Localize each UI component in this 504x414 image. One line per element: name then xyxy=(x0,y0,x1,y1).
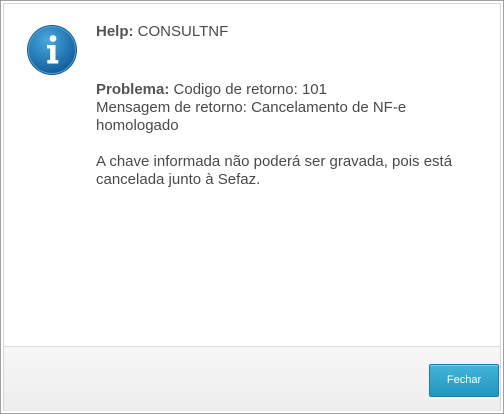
help-line: Help: CONSULTNF xyxy=(96,23,486,41)
solution-text: A chave informada não poderá ser gravada… xyxy=(96,153,453,188)
dialog-body: Help: CONSULTNF Problema: Codigo de reto… xyxy=(3,3,501,411)
problem-text: Codigo de retorno: 101 xyxy=(173,81,327,98)
help-value: CONSULTNF xyxy=(137,23,229,40)
dialog-footer: Fechar xyxy=(4,346,500,411)
info-icon xyxy=(27,25,77,75)
return-message: Mensagem de retorno: Cancelamento de NF-… xyxy=(96,99,407,134)
close-button[interactable]: Fechar xyxy=(429,364,499,397)
problem-block: Problema: Codigo de retorno: 101 Mensage… xyxy=(96,81,486,135)
help-label: Help: xyxy=(96,23,134,40)
help-dialog: Help: CONSULTNF Problema: Codigo de reto… xyxy=(0,0,504,414)
problem-label: Problema: xyxy=(96,81,170,98)
problem-line: Problema: Codigo de retorno: 101 xyxy=(96,81,486,99)
dialog-content: Help: CONSULTNF Problema: Codigo de reto… xyxy=(96,23,486,204)
